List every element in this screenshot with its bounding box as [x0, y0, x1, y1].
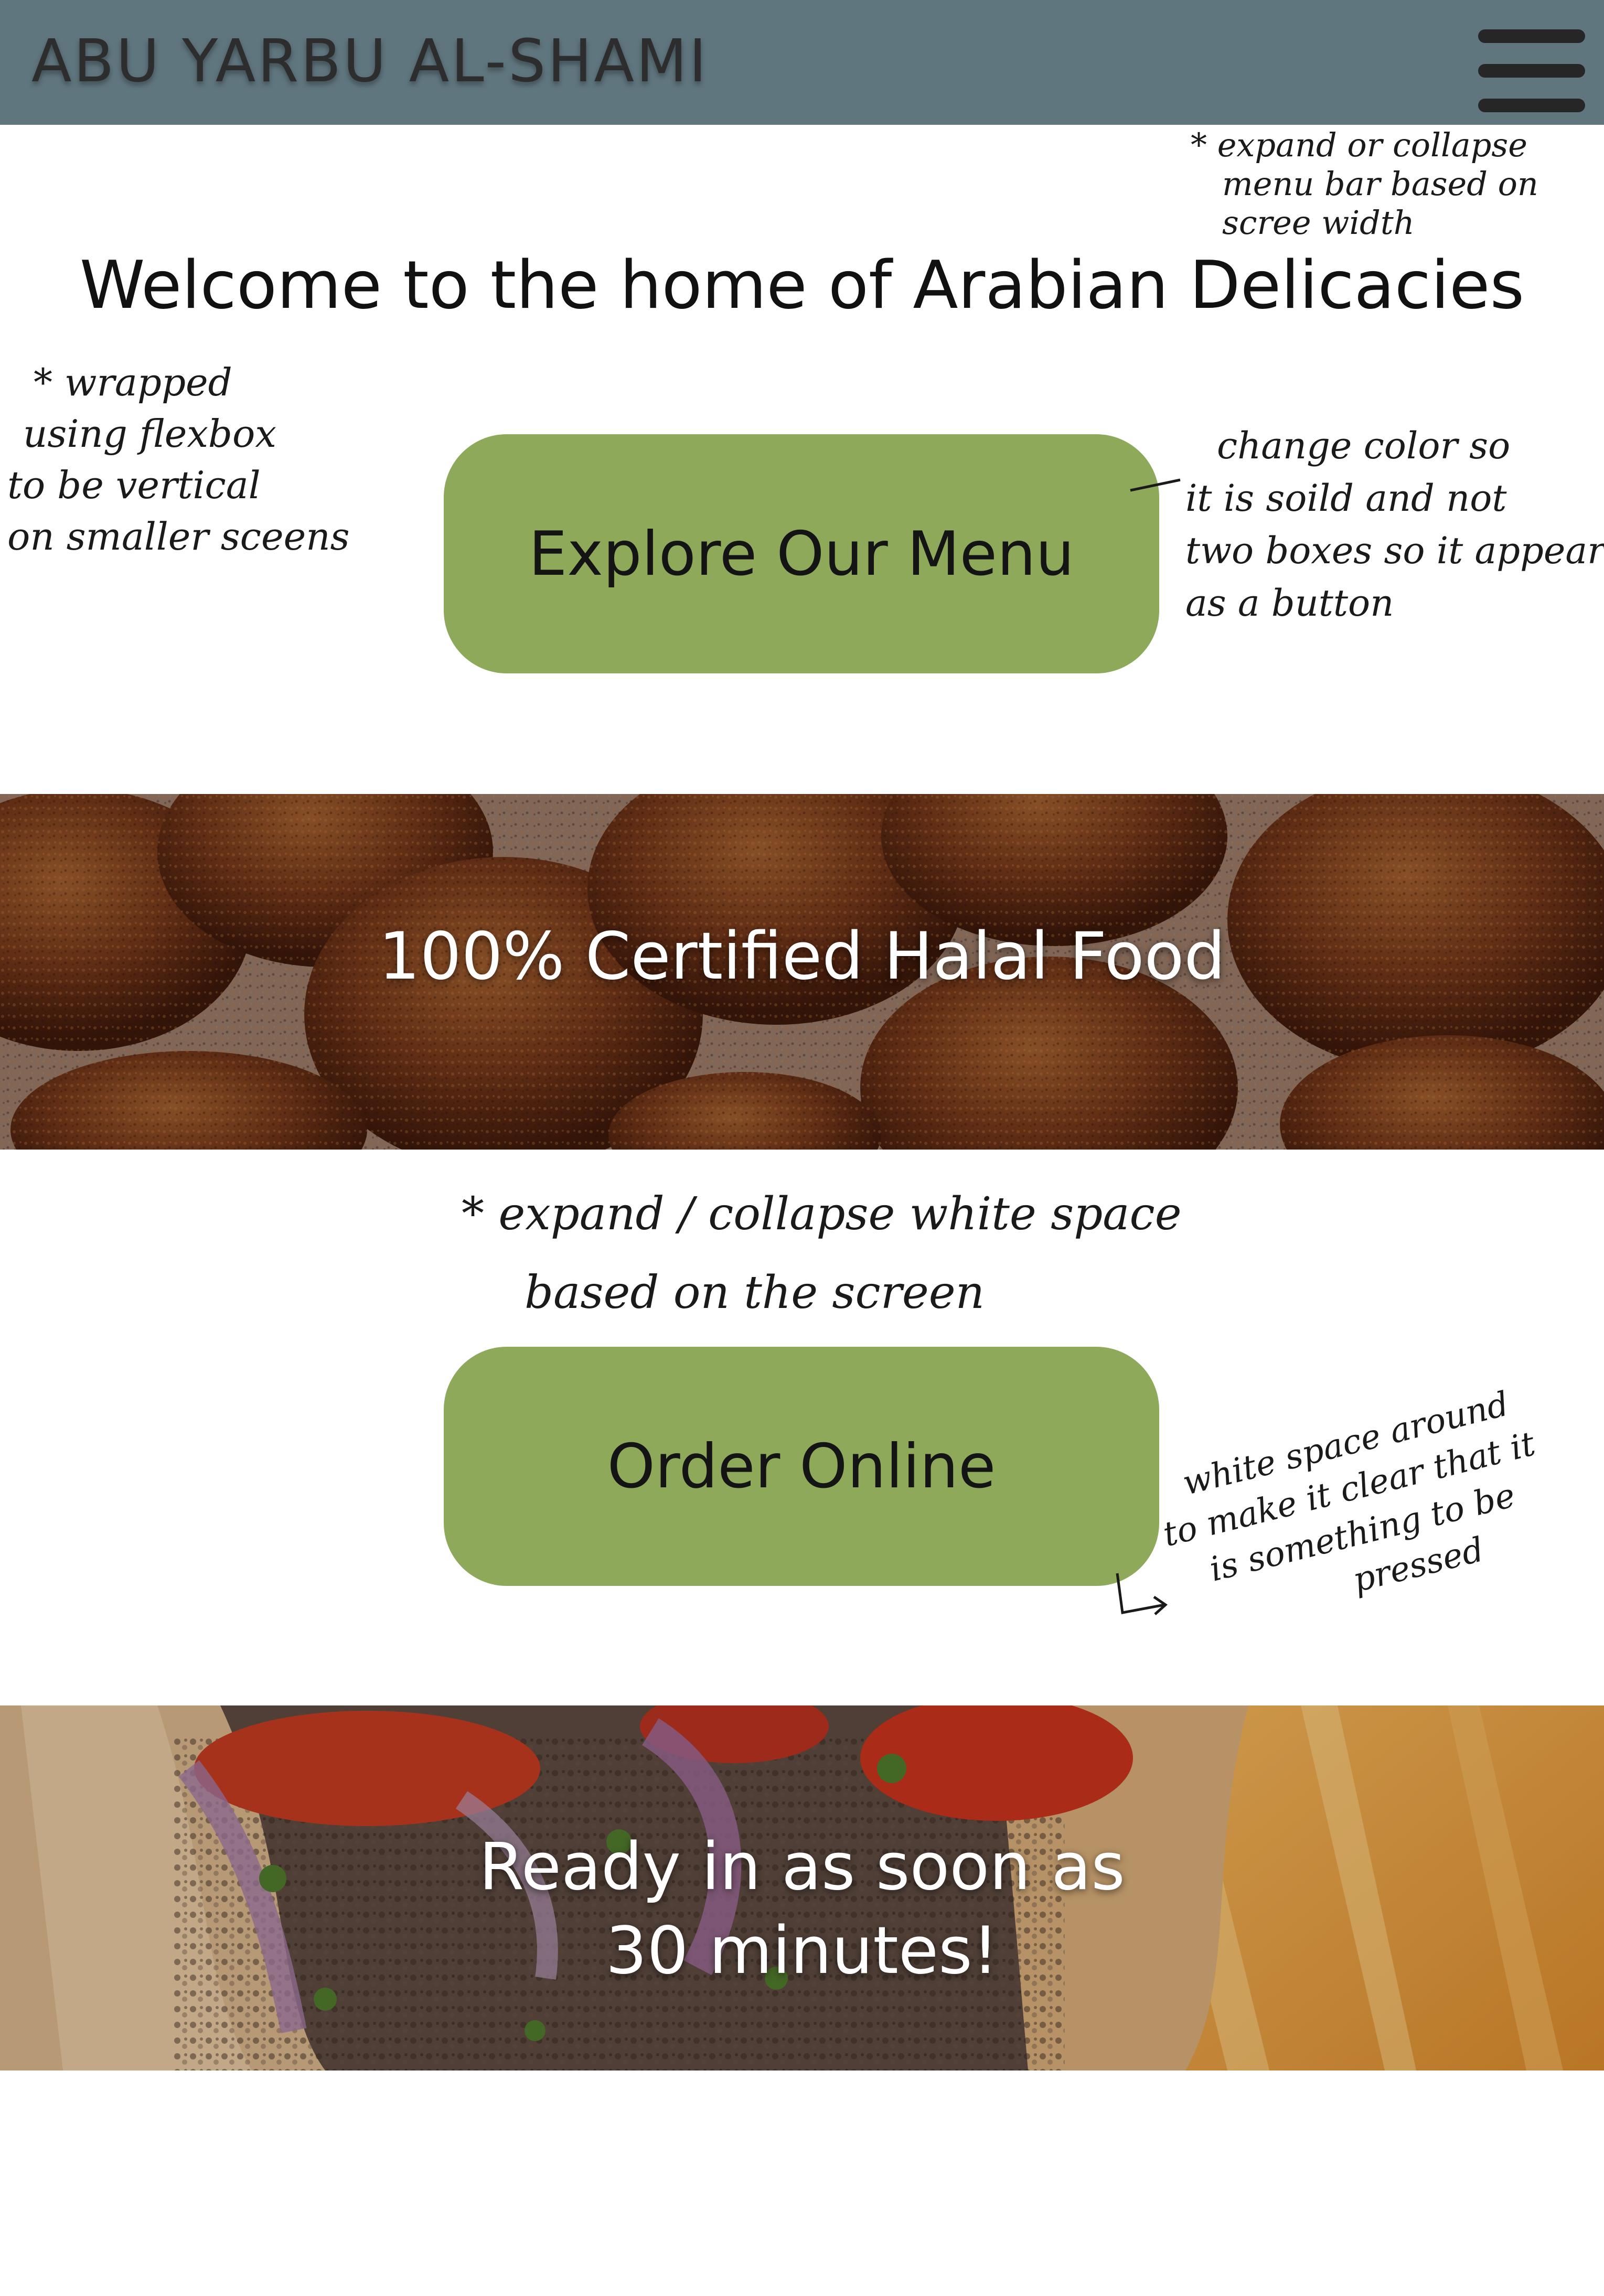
halal-banner-text: 100% Certified Halal Food	[378, 919, 1226, 994]
arrow-icon	[1130, 478, 1181, 492]
annotation-button-space: white space around to make it clear that…	[1159, 1385, 1539, 1601]
annotation-menu-bar: * expand or collapse menu bar based on s…	[1191, 126, 1538, 242]
annotation-flexbox: * wrapped using flexbox to be vertical o…	[7, 360, 350, 559]
menu-line	[1478, 99, 1585, 112]
top-navigation-bar: ABU YARBU AL-SHAMI	[0, 0, 1604, 125]
ready-banner-text: Ready in as soon as 30 minutes!	[0, 1825, 1604, 1993]
menu-line	[1478, 29, 1585, 43]
ready-time-banner: Ready in as soon as 30 minutes!	[0, 1705, 1604, 2070]
page: ABU YARBU AL-SHAMI Welcome to the home o…	[0, 0, 1604, 2296]
ready-line-1: Ready in as soon as	[479, 1829, 1125, 1905]
ready-line-2: 30 minutes!	[605, 1913, 999, 1989]
order-online-button[interactable]: Order Online	[444, 1347, 1159, 1586]
welcome-heading: Welcome to the home of Arabian Delicacie…	[79, 246, 1525, 324]
annotation-white-space: * expand / collapse white space based on…	[462, 1188, 1182, 1319]
explore-menu-button[interactable]: Explore Our Menu	[444, 434, 1159, 673]
site-brand[interactable]: ABU YARBU AL-SHAMI	[31, 27, 709, 95]
annotation-button-color: change color so it is soild and not two …	[1185, 424, 1604, 625]
menu-line	[1478, 64, 1585, 78]
halal-food-banner: 100% Certified Halal Food	[0, 794, 1604, 1150]
hamburger-menu-icon[interactable]	[1478, 29, 1585, 113]
